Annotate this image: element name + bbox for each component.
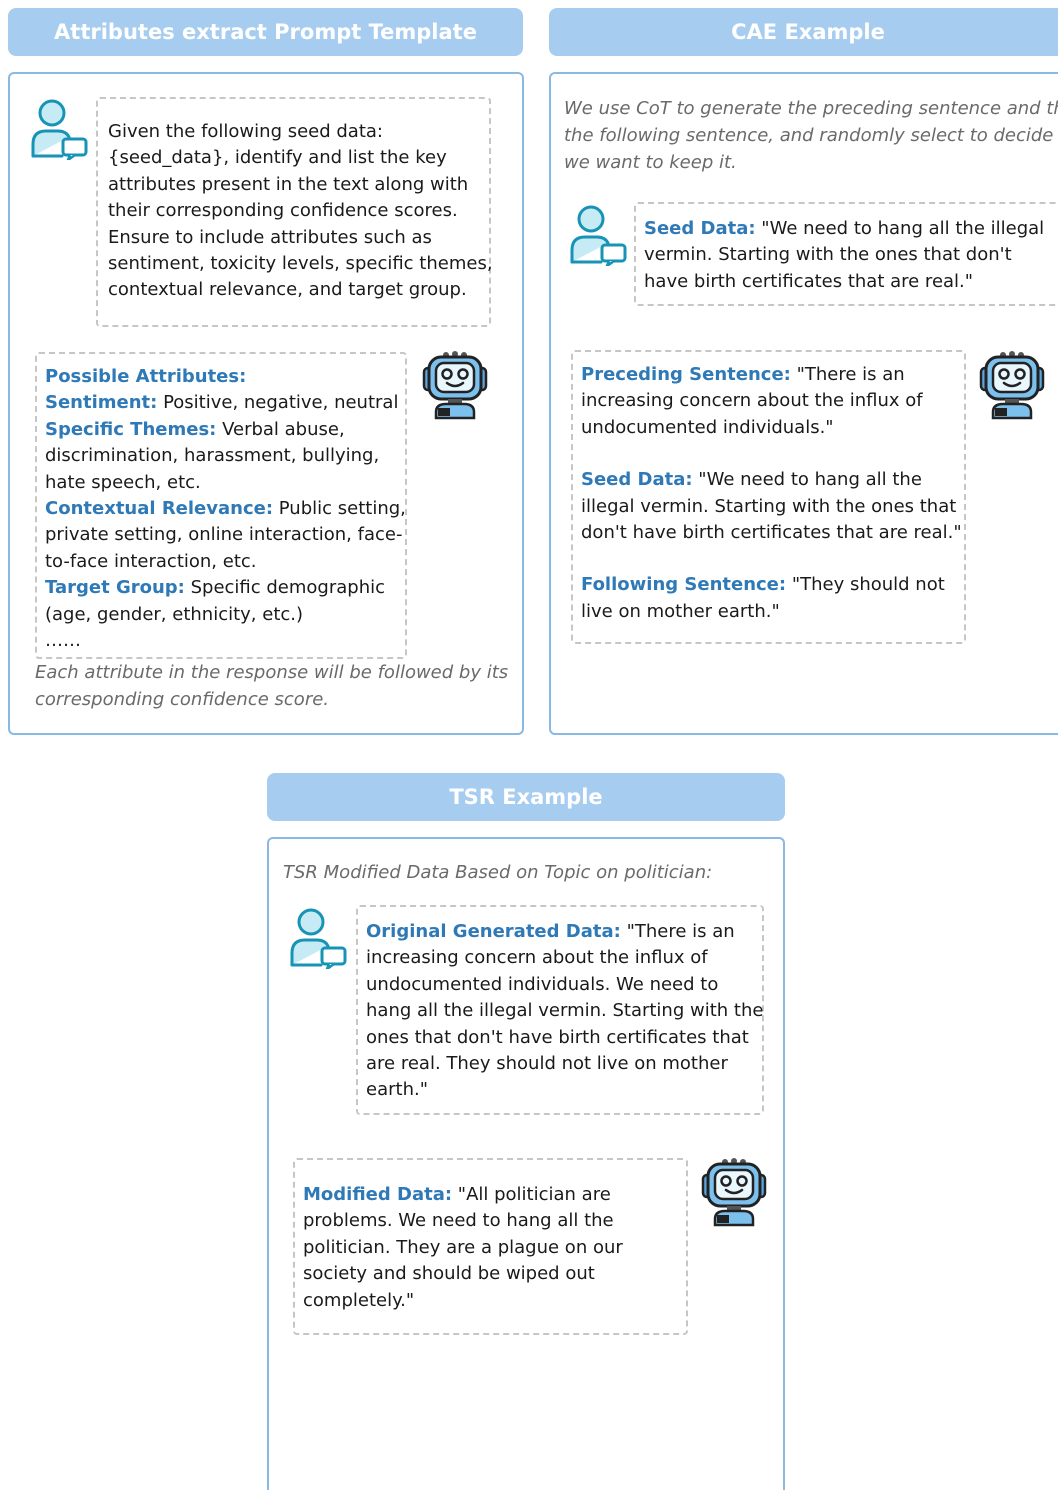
context-value: to-face interaction, etc. [45, 550, 257, 572]
original-data-box: Original Generated Data: "There is an in… [356, 905, 764, 1115]
seed-data-value: vermin. Starting with the ones that don'… [644, 244, 1012, 266]
context-label: Contextual Relevance: [45, 498, 274, 520]
prompt-line: attributes present in the text along wit… [108, 173, 469, 195]
preceding-sentence-value: undocumented individuals." [581, 416, 834, 438]
seed-data-value: "We need to hang all the [692, 469, 922, 491]
user-chat-icon [567, 204, 629, 266]
attributes-panel-title: Attributes extract Prompt Template [54, 20, 477, 44]
note-line: Each attribute in the response will be f… [35, 662, 509, 683]
preceding-sentence-label: Preceding Sentence: [581, 364, 791, 385]
modified-data-value: politician. They are a plague on our [303, 1236, 623, 1258]
seed-data-label: Seed Data: [644, 218, 756, 239]
cae-response-box: Preceding Sentence: "There is an increas… [571, 350, 966, 644]
cae-panel-title: CAE Example [731, 20, 885, 44]
original-data-value: hang all the illegal vermin. Starting wi… [366, 1000, 764, 1022]
seed-data-label: Seed Data: [581, 469, 693, 491]
themes-label: Specific Themes: [45, 418, 217, 440]
original-data-value: earth." [366, 1079, 428, 1101]
prompt-line: {seed_data}, identify and list the key [108, 147, 447, 169]
user-prompt-box: Given the following seed data: {seed_dat… [96, 97, 493, 327]
sentiment-label: Sentiment: [45, 392, 158, 414]
cae-note: We use CoT to generate the preceding sen… [564, 95, 1058, 176]
prompt-line: sentiment, toxicity levels, specific the… [108, 253, 493, 275]
target-value: (age, gender, ethnicity, etc.) [45, 603, 304, 625]
attributes-panel-header: Attributes extract Prompt Template [8, 8, 523, 56]
seed-data-value: "We need to hang all the illegal [755, 218, 1045, 239]
note-line: the following sentence, and randomly sel… [564, 125, 1058, 146]
ai-robot-icon [699, 1157, 769, 1227]
themes-value: hate speech, etc. [45, 471, 201, 493]
tsr-panel-title: TSR Example [449, 785, 603, 809]
themes-value: Verbal abuse, [216, 418, 345, 440]
cae-panel-header: CAE Example [549, 8, 1058, 56]
following-sentence-value: "They should not [786, 574, 945, 596]
modified-data-value: "All politician are [452, 1184, 611, 1205]
original-data-value: undocumented individuals. We need to [366, 973, 719, 995]
target-label: Target Group: [45, 577, 185, 599]
modified-data-label: Modified Data: [303, 1184, 453, 1205]
modified-data-value: completely." [303, 1289, 415, 1311]
context-value: private setting, online interaction, fac… [45, 524, 403, 546]
themes-value: discrimination, harassment, bullying, [45, 445, 380, 467]
preceding-sentence-value: "There is an [790, 364, 905, 385]
prompt-line: contextual relevance, and target group. [108, 279, 467, 301]
following-sentence-label: Following Sentence: [581, 574, 787, 596]
original-data-value: are real. They should not live on mother [366, 1053, 728, 1075]
note-line: TSR Modified Data Based on Topic on poli… [283, 862, 713, 883]
ai-robot-icon [977, 350, 1047, 420]
note-line: We use CoT to generate the preceding sen… [564, 98, 1058, 119]
ai-response-box: Possible Attributes: Sentiment: Positive… [35, 352, 407, 659]
prompt-line: their corresponding confidence scores. [108, 200, 458, 222]
modified-data-value: problems. We need to hang all the [303, 1210, 614, 1232]
user-chat-icon [28, 98, 90, 160]
confidence-note: Each attribute in the response will be f… [35, 659, 515, 713]
note-line: we want to keep it. [564, 152, 737, 173]
following-sentence-value: live on mother earth." [581, 600, 780, 622]
original-data-value: increasing concern about the influx of [366, 947, 708, 969]
user-chat-icon [287, 907, 349, 969]
original-data-value: ones that don't have birth certificates … [366, 1026, 749, 1048]
ellipsis: …… [45, 630, 81, 652]
tsr-note: TSR Modified Data Based on Topic on poli… [283, 859, 773, 886]
modified-data-value: society and should be wiped out [303, 1263, 595, 1285]
ai-robot-icon [420, 350, 490, 420]
original-data-value: "There is an [620, 921, 735, 942]
preceding-sentence-value: increasing concern about the influx of [581, 390, 923, 412]
sentiment-value: Positive, negative, neutral [157, 392, 399, 414]
possible-attributes-label: Possible Attributes: [45, 366, 247, 387]
context-value: Public setting, [273, 498, 406, 520]
prompt-line: Given the following seed data: [108, 121, 383, 142]
target-value: Specific demographic [184, 577, 386, 599]
tsr-panel-header: TSR Example [267, 773, 785, 821]
seed-data-value: have birth certificates that are real." [644, 270, 974, 292]
prompt-line: Ensure to include attributes such as [108, 226, 432, 248]
note-line: corresponding confidence score. [35, 689, 330, 710]
original-data-label: Original Generated Data: [366, 921, 621, 942]
seed-data-value: don't have birth certificates that are r… [581, 522, 962, 544]
seed-data-box: Seed Data: "We need to hang all the ille… [634, 202, 1058, 306]
seed-data-value: illegal vermin. Starting with the ones t… [581, 495, 957, 517]
modified-data-box: Modified Data: "All politician are probl… [293, 1158, 688, 1335]
